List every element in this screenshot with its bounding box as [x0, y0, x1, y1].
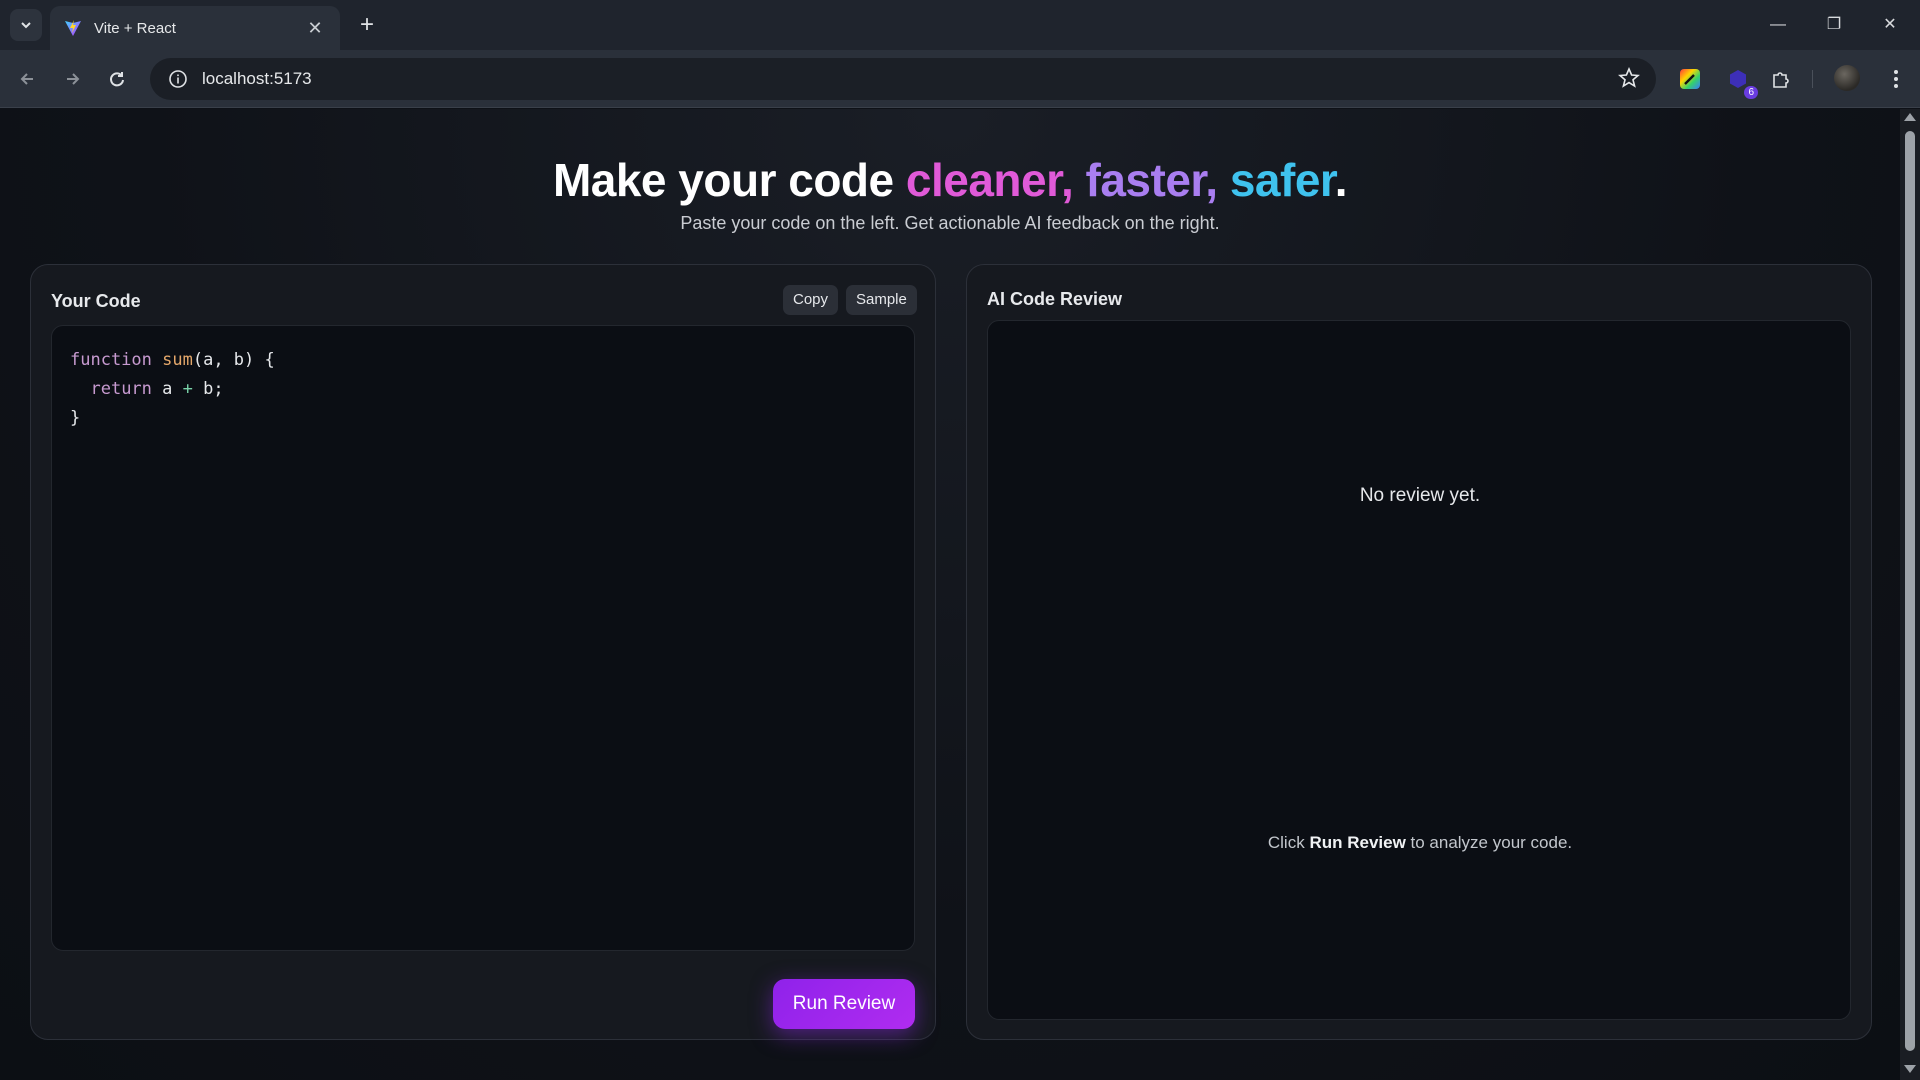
code-function-name: sum — [162, 350, 193, 370]
code-operand: b; — [192, 379, 224, 399]
reload-icon — [110, 72, 124, 87]
review-panel: AI Code Review No review yet. Click Run … — [966, 264, 1872, 1040]
hero-title-prefix: Make your code — [552, 154, 906, 206]
arrow-left-icon — [20, 73, 33, 85]
code-brace: } — [70, 408, 81, 428]
code-line-2: return a + b; — [70, 375, 896, 404]
more-vertical-icon — [1894, 70, 1898, 88]
scroll-up-arrow-icon[interactable] — [1904, 113, 1916, 121]
review-output: No review yet. Click Run Review to analy… — [987, 320, 1851, 1020]
address-bar[interactable]: localhost:5173 — [150, 58, 1656, 100]
scroll-down-arrow-icon[interactable] — [1904, 1065, 1916, 1073]
review-panel-title: AI Code Review — [987, 289, 1123, 309]
code-keyword: return — [90, 379, 152, 399]
hint-run-review: Run Review — [1309, 833, 1406, 852]
code-editor[interactable]: function sum(a, b) { return a + b;} — [51, 325, 915, 951]
browser-toolbar: localhost:5173 6 — [0, 50, 1920, 108]
code-keyword: function — [70, 350, 152, 370]
tab-search-button[interactable] — [10, 9, 42, 41]
tab-strip: Vite + React ✕ + — ❐ ✕ — [0, 0, 1920, 50]
hero-period: . — [1334, 154, 1348, 206]
code-editor-panel: Your Code Copy Sample function sum(a, b)… — [30, 264, 936, 1040]
empty-state-hint: Click Run Review to analyze your code. — [988, 833, 1852, 853]
tab-vite-react[interactable]: Vite + React ✕ — [50, 6, 340, 50]
close-window-button[interactable]: ✕ — [1862, 8, 1918, 42]
minimize-button[interactable]: — — [1750, 8, 1806, 42]
browser-menu-button[interactable] — [1882, 65, 1910, 93]
copy-button[interactable]: Copy — [783, 285, 839, 315]
url-text[interactable]: localhost:5173 — [202, 69, 312, 89]
chevron-down-icon — [21, 22, 31, 29]
puzzle-icon — [1773, 72, 1789, 88]
code-operand: a — [151, 379, 183, 399]
code-params: (a, b) { — [192, 350, 275, 370]
tab-close-icon[interactable]: ✕ — [304, 18, 326, 39]
extension-badge: 6 — [1744, 86, 1758, 99]
color-picker-extension[interactable] — [1676, 65, 1704, 93]
restore-button[interactable]: ❐ — [1806, 8, 1862, 42]
hint-prefix: Click — [1267, 833, 1310, 852]
hero-word-faster: faster, — [1085, 154, 1219, 206]
arrow-right-icon — [67, 73, 80, 85]
color-picker-icon — [1680, 69, 1700, 89]
page-scrollbar[interactable] — [1900, 109, 1920, 1080]
forward-button[interactable] — [56, 62, 90, 96]
run-review-button[interactable]: Run Review — [773, 979, 915, 1029]
code-operator: + — [182, 379, 193, 399]
scrollbar-thumb[interactable] — [1905, 131, 1915, 1051]
code-line-1: function sum(a, b) { — [70, 346, 896, 375]
hero-title: Make your code cleaner, faster, safer. — [0, 153, 1900, 207]
empty-state-title: No review yet. — [1359, 485, 1481, 506]
bookmark-star-icon[interactable] — [1618, 67, 1640, 89]
extensions-button[interactable] — [1767, 65, 1795, 93]
hero-subtitle: Paste your code on the left. Get actiona… — [680, 213, 1220, 233]
new-tab-button[interactable]: + — [352, 10, 382, 40]
code-line-3: } — [70, 404, 896, 433]
hint-suffix: to analyze your code. — [1405, 833, 1573, 852]
vite-logo-icon — [65, 20, 81, 36]
toolbar-separator — [1812, 70, 1813, 88]
hero-word-cleaner: cleaner, — [905, 154, 1074, 206]
tab-title: Vite + React — [94, 19, 176, 37]
site-info-icon[interactable] — [168, 69, 188, 89]
hero-word-safer: safer — [1229, 154, 1335, 206]
profile-avatar[interactable] — [1834, 65, 1860, 91]
app-page: Make your code cleaner, faster, safer. P… — [0, 109, 1900, 1080]
reload-button[interactable] — [100, 62, 134, 96]
editor-panel-title: Your Code — [51, 291, 141, 311]
back-button[interactable] — [10, 62, 44, 96]
sample-button[interactable]: Sample — [846, 285, 917, 315]
extension-with-badge[interactable]: 6 — [1724, 65, 1758, 99]
